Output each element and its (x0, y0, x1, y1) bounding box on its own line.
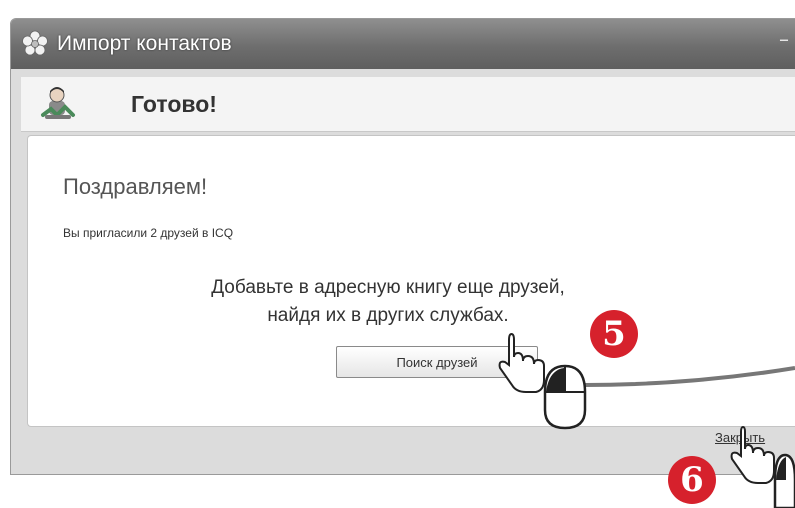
header-panel: Готово! (21, 77, 795, 132)
import-contacts-window: Импорт контактов – Готово! Поздравляем! … (10, 18, 795, 475)
window-title: Импорт контактов (57, 32, 232, 55)
step-6-badge: 6 (668, 456, 716, 504)
step-5-badge: 5 (590, 310, 638, 358)
add-more-friends-text: Добавьте в адресную книгу еще друзей, на… (128, 274, 648, 330)
minimize-button[interactable]: – (779, 27, 789, 51)
title-bar: Импорт контактов – (11, 19, 795, 69)
flower-icon (22, 30, 48, 56)
close-link[interactable]: Закрыть (715, 430, 765, 445)
invited-count-text: Вы пригласили 2 друзей в ICQ (63, 226, 234, 240)
add-more-line-2: найдя их в других службах. (267, 305, 509, 326)
user-icon (41, 87, 75, 119)
congrats-heading: Поздравляем! (63, 174, 208, 199)
add-more-line-1: Добавьте в адресную книгу еще друзей, (211, 277, 565, 298)
find-friends-button[interactable]: Поиск друзей (336, 346, 538, 378)
content-panel: Поздравляем! Вы пригласили 2 друзей в IC… (27, 135, 795, 427)
header-title: Готово! (131, 91, 217, 117)
